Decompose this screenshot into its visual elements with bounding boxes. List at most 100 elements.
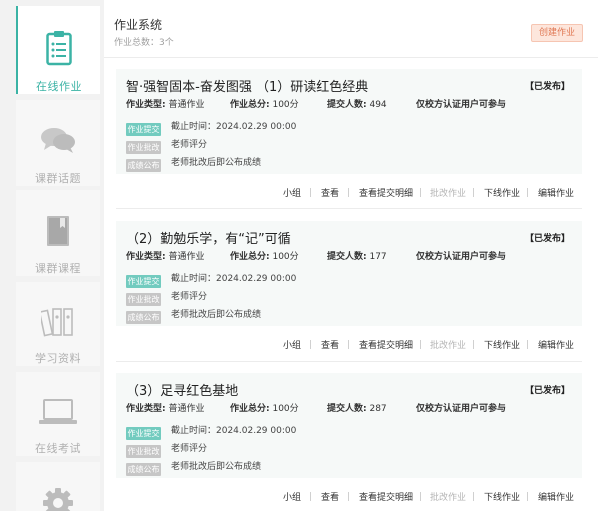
view-link[interactable]: 查看: [321, 338, 339, 351]
step-text: 截止时间：2024.02.29 00:00: [171, 122, 297, 132]
assignment-card: （2）勤勉乐学，有“记”可循 【已发布】 作业类型: 普通作业 作业总分: 10…: [116, 221, 582, 326]
step-tag: 作业提交: [126, 123, 161, 136]
step-submit: 作业提交 截止时间：2024.02.29 00:00: [126, 121, 296, 136]
offline-link[interactable]: 下线作业: [484, 490, 520, 503]
sidebar-item-label: 在线考试: [35, 442, 81, 455]
step-tag: 成绩公布: [126, 463, 161, 476]
clipboard-icon: [39, 28, 79, 68]
type-label: 作业类型:: [126, 252, 166, 262]
sidebar-item-label: 学习资料: [35, 352, 81, 365]
sidebar-item-topics[interactable]: 课群话题: [16, 100, 100, 186]
step-text: 老师批改后即公布成绩: [171, 158, 262, 168]
assignment-title[interactable]: （2）勤勉乐学，有“记”可循: [126, 228, 291, 247]
sidebar-item-courses[interactable]: 课群课程: [16, 190, 100, 276]
view-link[interactable]: 查看: [321, 490, 339, 503]
assignment-title[interactable]: （3）足寻红色基地: [126, 380, 238, 399]
edit-link[interactable]: 编辑作业: [538, 338, 574, 351]
type-label: 作业类型:: [126, 404, 166, 414]
step-text: 老师评分: [171, 292, 208, 302]
step-grading: 作业批改 老师评分: [126, 291, 207, 306]
header: 作业系统 作业总数：3个 创建作业: [114, 0, 590, 50]
score-label: 作业总分:: [230, 404, 270, 414]
gear-icon: [38, 484, 78, 511]
step-text: 老师批改后即公布成绩: [171, 462, 262, 472]
group-link[interactable]: 小组: [283, 186, 301, 199]
score-label: 作业总分:: [230, 100, 270, 110]
step-text: 截止时间：2024.02.29 00:00: [171, 274, 297, 284]
card-divider: [116, 361, 582, 362]
chat-bubbles-icon: [38, 122, 78, 160]
offline-link[interactable]: 下线作业: [484, 186, 520, 199]
submit-count: 494: [369, 100, 387, 110]
grade-link[interactable]: 批改作业: [430, 186, 466, 199]
page-title: 作业系统: [114, 18, 163, 32]
restriction-note: 仅校方认证用户可参与: [416, 404, 507, 414]
step-tag: 作业批改: [126, 141, 161, 154]
card-divider: [116, 208, 582, 209]
status-badge: 【已发布】: [524, 386, 570, 396]
assignment-actions: 小组 查看 查看提交明细 批改作业 下线作业 编辑作业: [116, 186, 582, 200]
step-tag: 成绩公布: [126, 159, 161, 172]
step-grading: 作业批改 老师评分: [126, 443, 207, 458]
assignment-actions: 小组 查看 查看提交明细 批改作业 下线作业 编辑作业: [116, 490, 582, 504]
sidebar-item-online-homework[interactable]: 在线作业: [16, 6, 100, 94]
group-link[interactable]: 小组: [283, 338, 301, 351]
sidebar-item-exams[interactable]: 在线考试: [16, 372, 100, 456]
view-submissions-link[interactable]: 查看提交明细: [359, 186, 413, 199]
edit-link[interactable]: 编辑作业: [538, 186, 574, 199]
sidebar: 在线作业 课群话题 课群课程 学习资料 在线考试: [0, 0, 104, 511]
assignment-card: （3）足寻红色基地 【已发布】 作业类型: 普通作业 作业总分: 100分 提交…: [116, 373, 582, 478]
type-value: 普通作业: [168, 404, 205, 414]
sidebar-item-label: 课群课程: [35, 262, 81, 275]
score-label: 作业总分:: [230, 252, 270, 262]
step-text: 老师批改后即公布成绩: [171, 310, 262, 320]
step-tag: 作业提交: [126, 275, 161, 288]
assignment-actions: 小组 查看 查看提交明细 批改作业 下线作业 编辑作业: [116, 338, 582, 352]
step-tag: 作业批改: [126, 445, 161, 458]
assignment-card: 智·强智固本-奋发图强 （1）研读红色经典 【已发布】 作业类型: 普通作业 作…: [116, 69, 582, 174]
edit-link[interactable]: 编辑作业: [538, 490, 574, 503]
grade-link[interactable]: 批改作业: [430, 490, 466, 503]
step-publish: 成绩公布 老师批改后即公布成绩: [126, 309, 261, 324]
submit-label: 提交人数:: [327, 100, 367, 110]
restriction-note: 仅校方认证用户可参与: [416, 252, 507, 262]
assignment-title[interactable]: 智·强智固本-奋发图强 （1）研读红色经典: [126, 76, 368, 95]
status-badge: 【已发布】: [524, 82, 570, 92]
step-publish: 成绩公布 老师批改后即公布成绩: [126, 157, 261, 172]
assignment-total-count: 作业总数：3个: [114, 38, 174, 48]
sidebar-item-label: 在线作业: [36, 80, 82, 93]
step-tag: 成绩公布: [126, 311, 161, 324]
status-badge: 【已发布】: [524, 234, 570, 244]
grade-link[interactable]: 批改作业: [430, 338, 466, 351]
submit-label: 提交人数:: [327, 404, 367, 414]
sidebar-item-label: 课群话题: [35, 172, 81, 185]
step-text: 老师评分: [171, 140, 208, 150]
view-submissions-link[interactable]: 查看提交明细: [359, 338, 413, 351]
type-value: 普通作业: [168, 252, 205, 262]
group-link[interactable]: 小组: [283, 490, 301, 503]
type-label: 作业类型:: [126, 100, 166, 110]
step-publish: 成绩公布 老师批改后即公布成绩: [126, 461, 261, 476]
score-value: 100分: [272, 252, 299, 262]
submit-count: 287: [369, 404, 387, 414]
view-link[interactable]: 查看: [321, 186, 339, 199]
step-submit: 作业提交 截止时间：2024.02.29 00:00: [126, 273, 296, 288]
sidebar-item-settings[interactable]: [16, 462, 100, 511]
score-value: 100分: [272, 404, 299, 414]
step-submit: 作业提交 截止时间：2024.02.29 00:00: [126, 425, 296, 440]
sidebar-item-materials[interactable]: 学习资料: [16, 282, 100, 366]
create-assignment-button[interactable]: 创建作业: [530, 24, 583, 42]
header-divider: [104, 57, 598, 58]
submit-count: 177: [369, 252, 387, 262]
offline-link[interactable]: 下线作业: [484, 338, 520, 351]
type-value: 普通作业: [168, 100, 205, 110]
step-text: 老师评分: [171, 444, 208, 454]
view-submissions-link[interactable]: 查看提交明细: [359, 490, 413, 503]
restriction-note: 仅校方认证用户可参与: [416, 100, 507, 110]
step-grading: 作业批改 老师评分: [126, 139, 207, 154]
step-tag: 作业提交: [126, 427, 161, 440]
laptop-icon: [38, 394, 78, 430]
submit-label: 提交人数:: [327, 252, 367, 262]
score-value: 100分: [272, 100, 299, 110]
binders-icon: [38, 304, 78, 340]
